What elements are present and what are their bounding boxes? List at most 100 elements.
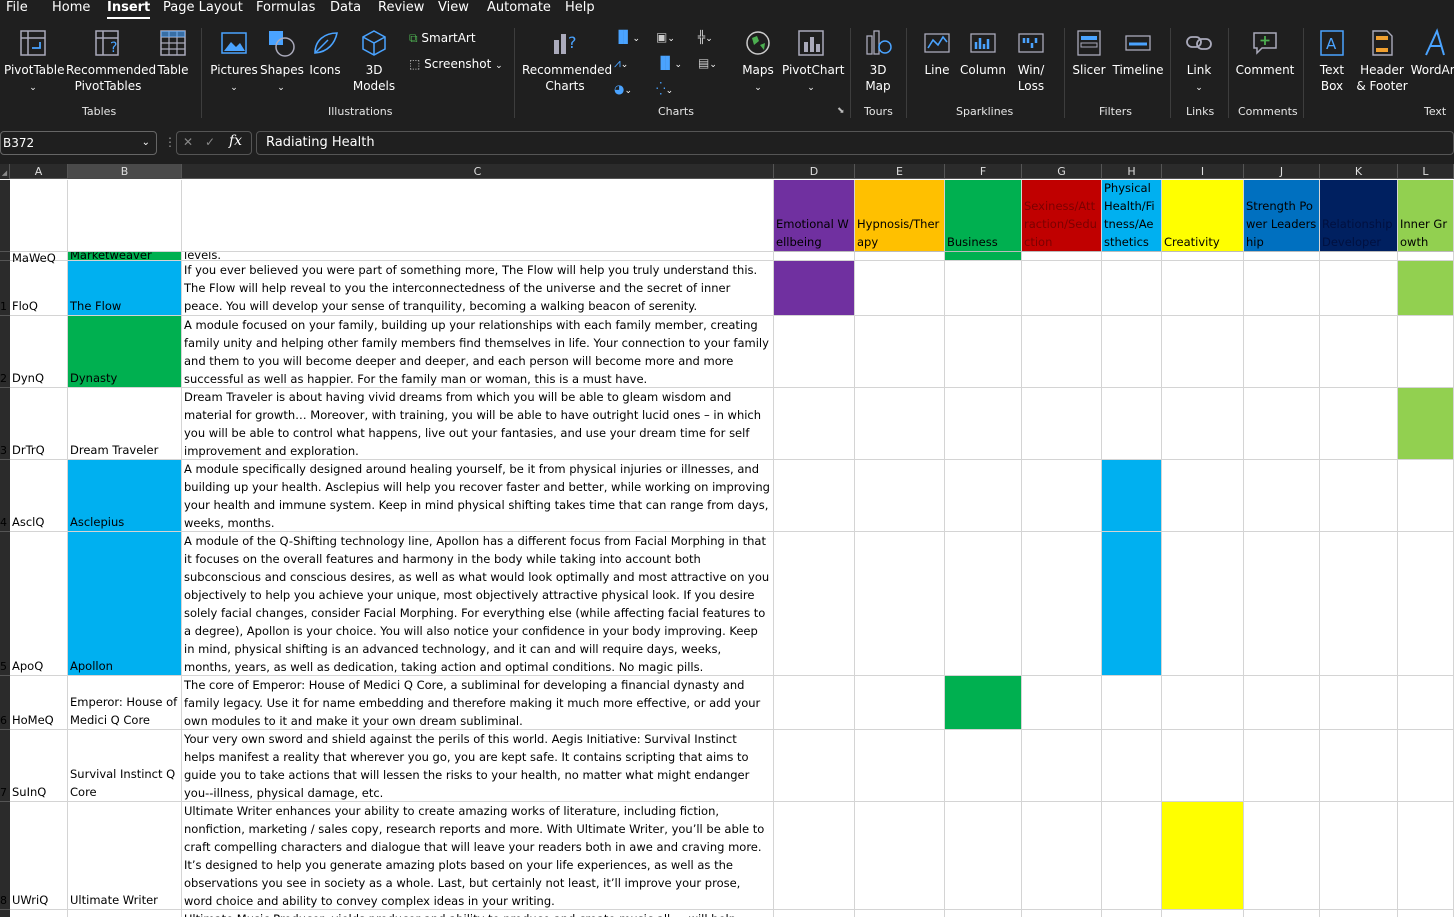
category-cell-f[interactable] [945,730,1022,802]
cell-code[interactable]: AsclQ [10,460,68,532]
category-cell-f[interactable] [945,261,1022,316]
cell-name[interactable]: Dream Traveler [68,388,182,460]
category-cell-h[interactable] [1102,460,1162,532]
cell-description[interactable]: If you ever believed you were part of so… [182,261,774,316]
category-cell-g[interactable] [1022,460,1102,532]
category-cell-i[interactable] [1162,252,1244,261]
cell-code[interactable]: DrTrQ [10,388,68,460]
category-cell-d[interactable] [774,910,855,917]
category-cell-h[interactable] [1102,261,1162,316]
menu-data[interactable]: Data [330,0,361,22]
header-cell-a[interactable] [10,180,68,252]
comment-button[interactable]: Comment [1234,28,1296,78]
cell-name[interactable] [68,910,182,917]
dialog-launcher-icon[interactable]: ⬊ [837,106,845,116]
cell-code[interactable]: DynQ [10,316,68,388]
category-cell-j[interactable] [1244,252,1320,261]
category-cell-d[interactable] [774,261,855,316]
category-cell-d[interactable] [774,802,855,910]
category-header-h[interactable]: Physical Health/Fitness/Aesthetics [1102,180,1162,252]
column-chart-button[interactable]: ▐▌⌄ [614,30,640,44]
cell-description[interactable]: Ultimate Music Producer: yields producer… [182,910,774,917]
shapes-button[interactable]: Shapes ⌄ [260,28,304,96]
category-cell-g[interactable] [1022,388,1102,460]
category-cell-h[interactable] [1102,730,1162,802]
category-cell-g[interactable] [1022,261,1102,316]
category-cell-g[interactable] [1022,316,1102,388]
cell-description[interactable]: A module focused on your family, buildin… [182,316,774,388]
row-header[interactable] [0,910,10,917]
column-header-d[interactable]: D [774,164,855,179]
screenshot-button[interactable]: ⬚ Screenshot ⌄ [409,57,503,71]
combo-chart-button[interactable]: ▤⌄ [698,56,717,70]
cell-name[interactable]: Emperor: House of Medici Q Core [68,676,182,730]
cell-code[interactable] [10,910,68,917]
category-cell-f[interactable] [945,388,1022,460]
row-header[interactable] [0,180,10,252]
header-footer-button[interactable]: Header & Footer [1356,28,1408,94]
category-cell-i[interactable] [1162,802,1244,910]
category-cell-j[interactable] [1244,910,1320,917]
category-cell-f[interactable] [945,460,1022,532]
category-cell-d[interactable] [774,532,855,676]
cell-description[interactable]: Your very own sword and shield against t… [182,730,774,802]
category-header-j[interactable]: Strength Power Leadership [1244,180,1320,252]
category-header-k[interactable]: Relationship Developer [1320,180,1398,252]
category-cell-e[interactable] [855,730,945,802]
category-cell-j[interactable] [1244,388,1320,460]
chevron-down-icon[interactable]: ⌄ [142,132,150,154]
formula-input[interactable]: Radiating Health [256,131,1454,155]
link-button[interactable]: Link ⌄ [1178,28,1220,96]
category-cell-e[interactable] [855,252,945,261]
category-cell-h[interactable] [1102,316,1162,388]
category-header-i[interactable]: Creativity [1162,180,1244,252]
menu-insert[interactable]: Insert [107,0,151,22]
cell-description[interactable]: The core of Emperor: House of Medici Q C… [182,676,774,730]
menu-formulas[interactable]: Formulas [256,0,315,22]
menu-help[interactable]: Help [565,0,595,22]
column-header-l[interactable]: L [1398,164,1454,179]
category-cell-h[interactable] [1102,252,1162,261]
cell-name[interactable]: Asclepius [68,460,182,532]
cell-description[interactable]: Ultimate Writer enhances your ability to… [182,802,774,910]
cell-description[interactable]: levels. [182,252,774,261]
category-cell-g[interactable] [1022,802,1102,910]
cell-name[interactable]: Survival Instinct Q Core [68,730,182,802]
3d-map-button[interactable]: 3D Map [856,28,900,94]
statistic-chart-button[interactable]: ▐▌⌄ [656,56,682,70]
category-cell-l[interactable] [1398,802,1454,910]
category-cell-i[interactable] [1162,261,1244,316]
category-cell-k[interactable] [1320,261,1398,316]
hierarchy-chart-button[interactable]: ▣⌄ [656,30,675,44]
category-cell-h[interactable] [1102,802,1162,910]
category-cell-d[interactable] [774,252,855,261]
category-cell-j[interactable] [1244,730,1320,802]
category-cell-h[interactable] [1102,676,1162,730]
category-cell-e[interactable] [855,676,945,730]
pictures-button[interactable]: Pictures ⌄ [210,28,258,96]
category-cell-k[interactable] [1320,676,1398,730]
column-header-h[interactable]: H [1102,164,1162,179]
category-cell-f[interactable] [945,532,1022,676]
category-cell-l[interactable] [1398,316,1454,388]
waterfall-chart-button[interactable]: ╬⌄ [698,30,713,44]
category-cell-e[interactable] [855,460,945,532]
cell-name[interactable]: Apollon [68,532,182,676]
category-cell-i[interactable] [1162,388,1244,460]
text-box-button[interactable]: A Text Box [1310,28,1354,94]
column-header-b[interactable]: B [68,164,182,179]
cell-code[interactable]: FloQ [10,261,68,316]
menu-review[interactable]: Review [378,0,424,22]
category-cell-l[interactable] [1398,910,1454,917]
category-cell-e[interactable] [855,910,945,917]
category-cell-i[interactable] [1162,460,1244,532]
category-cell-l[interactable] [1398,460,1454,532]
cell-description[interactable]: Dream Traveler is about having vivid dre… [182,388,774,460]
category-cell-i[interactable] [1162,730,1244,802]
category-cell-d[interactable] [774,316,855,388]
worksheet-grid[interactable]: ◢ ABCDEFGHIJKL Emotional Wellbeing Hypnos… [0,164,1454,917]
category-cell-f[interactable] [945,802,1022,910]
menu-view[interactable]: View [438,0,469,22]
cell-code[interactable]: ApoQ [10,532,68,676]
pivot-table-button[interactable]: PivotTable ⌄ [4,28,65,96]
